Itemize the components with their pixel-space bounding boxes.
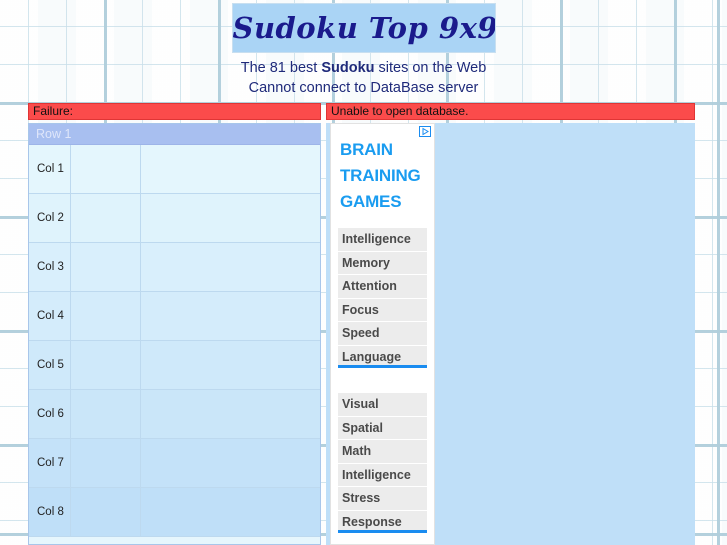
subtitle-brand: Sudoku — [321, 60, 375, 76]
failure-banner: Failure: — [28, 103, 321, 120]
ad-group-divider — [331, 369, 434, 380]
ad-skill-item[interactable]: Math — [338, 440, 427, 463]
ad-skill-item[interactable]: Language — [338, 345, 427, 368]
table-cell-label: Col 2 — [29, 194, 71, 242]
ad-headline: BRAIN TRAINING GAMES — [331, 124, 434, 215]
table-cell-middle — [71, 145, 141, 193]
table-cell-label: Col 6 — [29, 390, 71, 438]
table-row[interactable]: Col 2 — [29, 194, 320, 243]
table-cell-label: Col 5 — [29, 341, 71, 389]
table-row[interactable]: Col 7 — [29, 439, 320, 488]
table-cell-main — [141, 390, 320, 438]
adchoices-play-icon[interactable] — [419, 126, 431, 137]
failure-banner-label: Failure: — [33, 104, 74, 118]
table-cell-main — [141, 439, 320, 487]
table-cell-label: Col 8 — [29, 488, 71, 536]
table-cell-main — [141, 243, 320, 291]
table-cell-middle — [71, 488, 141, 536]
ad-skill-group-one: Intelligence Memory Attention Focus Speed Lan… — [331, 228, 434, 368]
ad-skill-item[interactable]: Focus — [338, 298, 427, 321]
ad-skill-item[interactable]: Speed — [338, 322, 427, 345]
table-cell-label: Col 3 — [29, 243, 71, 291]
subtitle-prefix: The 81 best — [240, 60, 322, 76]
table-row-header-label: Row 1 — [36, 127, 72, 141]
site-title-banner: Sudoku Top 9x9 — [231, 3, 496, 53]
ad-skill-item[interactable]: Attention — [338, 275, 427, 298]
table-cell-main — [141, 292, 320, 340]
table-cell-middle — [71, 439, 141, 487]
right-content-panel — [437, 123, 695, 545]
results-table: Row 1 Col 1 Col 2 Col 3 Col 4 Col 5 Col 6 Col … — [28, 123, 321, 545]
page-title: Sudoku Top 9x9 — [232, 11, 496, 45]
ad-skill-item[interactable]: Intelligence — [338, 463, 427, 486]
advertisement-panel[interactable]: BRAIN TRAINING GAMES Intelligence Memory A… — [330, 123, 435, 545]
table-cell-middle — [71, 243, 141, 291]
table-cell-main — [141, 488, 320, 536]
table-row[interactable]: Col 3 — [29, 243, 320, 292]
table-cell-label: Col 7 — [29, 439, 71, 487]
table-cell-main — [141, 341, 320, 389]
database-error-text: Cannot connect to DataBase server — [248, 80, 479, 96]
ad-skill-item[interactable]: Memory — [338, 251, 427, 274]
table-cell-middle — [71, 341, 141, 389]
table-cell-middle — [71, 194, 141, 242]
table-row[interactable]: Col 8 — [29, 488, 320, 537]
ad-skill-item[interactable]: Spatial — [338, 416, 427, 439]
database-error-banner-label: Unable to open database. — [331, 104, 469, 118]
table-cell-main — [141, 194, 320, 242]
table-row[interactable]: Col 1 — [29, 145, 320, 194]
ad-headline-line-1: BRAIN — [340, 140, 393, 159]
ad-skill-item[interactable]: Response — [338, 510, 427, 533]
ad-skill-item[interactable]: Stress — [338, 487, 427, 510]
table-row[interactable]: Col 6 — [29, 390, 320, 439]
database-error-banner: Unable to open database. — [326, 103, 695, 120]
ad-skill-item[interactable]: Visual — [338, 393, 427, 416]
table-row-header: Row 1 — [29, 124, 320, 145]
table-body: Col 1 Col 2 Col 3 Col 4 Col 5 Col 6 Col 7 Col 8 — [29, 145, 320, 537]
table-row[interactable]: Col 4 — [29, 292, 320, 341]
subtitle-suffix: sites on the Web — [374, 60, 487, 76]
site-header: Sudoku Top 9x9 The 81 best Sudoku sites … — [0, 0, 727, 98]
table-cell-main — [141, 145, 320, 193]
database-error-subtitle: Cannot connect to DataBase server — [0, 78, 727, 98]
table-cell-middle — [71, 390, 141, 438]
site-subtitle: The 81 best Sudoku sites on the Web — [0, 58, 727, 78]
table-cell-label: Col 1 — [29, 145, 71, 193]
ad-skill-item[interactable]: Intelligence — [338, 228, 427, 251]
ad-headline-line-2: TRAINING — [340, 166, 421, 185]
table-cell-label: Col 4 — [29, 292, 71, 340]
ad-skill-group-two: Visual Spatial Math Intelligence Stress Respo… — [331, 393, 434, 533]
ad-headline-line-3: GAMES — [340, 192, 402, 211]
table-cell-middle — [71, 292, 141, 340]
table-row[interactable]: Col 5 — [29, 341, 320, 390]
